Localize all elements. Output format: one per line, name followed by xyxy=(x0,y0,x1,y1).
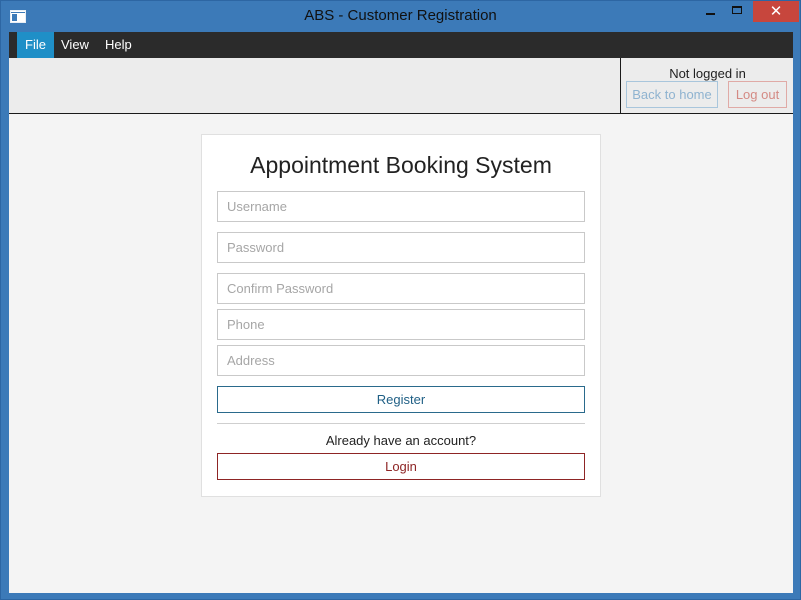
menu-item-help[interactable]: Help xyxy=(97,32,140,58)
back-to-home-button[interactable]: Back to home xyxy=(626,81,718,108)
maximize-button[interactable] xyxy=(725,1,751,22)
log-out-button[interactable]: Log out xyxy=(728,81,787,108)
password-input[interactable] xyxy=(218,233,584,262)
top-toolbar: Not logged in Back to home Log out xyxy=(9,58,793,114)
menu-bar: File View Help xyxy=(9,32,793,58)
phone-field[interactable] xyxy=(217,309,585,340)
login-status-text: Not logged in xyxy=(669,66,746,81)
username-input[interactable] xyxy=(218,192,584,221)
main-content: Not logged in Back to home Log out Appoi… xyxy=(9,58,793,593)
address-field[interactable] xyxy=(217,345,585,376)
window-title: ABS - Customer Registration xyxy=(304,7,497,24)
registration-card: Appointment Booking System Register Alre… xyxy=(201,134,601,497)
minimize-button[interactable] xyxy=(696,1,725,22)
menu-item-view[interactable]: View xyxy=(53,32,97,58)
username-field[interactable] xyxy=(217,191,585,222)
phone-input[interactable] xyxy=(218,310,584,339)
confirm-password-field[interactable] xyxy=(217,273,585,304)
form-divider xyxy=(217,423,585,424)
session-panel: Not logged in Back to home Log out xyxy=(620,58,793,114)
menu-item-file[interactable]: File xyxy=(17,32,54,58)
address-input[interactable] xyxy=(218,346,584,375)
register-button[interactable]: Register xyxy=(217,386,585,413)
close-icon: ✕ xyxy=(769,3,783,20)
form-title: Appointment Booking System xyxy=(250,152,552,178)
password-field[interactable] xyxy=(217,232,585,263)
application-window: ABS - Customer Registration ✕ File View … xyxy=(0,0,801,600)
title-bar[interactable]: ABS - Customer Registration ✕ xyxy=(1,1,800,32)
confirm-password-input[interactable] xyxy=(218,274,584,303)
already-have-account-text: Already have an account? xyxy=(325,433,477,448)
close-button[interactable]: ✕ xyxy=(753,1,799,22)
maximize-icon xyxy=(732,6,742,14)
minimize-icon xyxy=(706,13,715,15)
login-button[interactable]: Login xyxy=(217,453,585,480)
